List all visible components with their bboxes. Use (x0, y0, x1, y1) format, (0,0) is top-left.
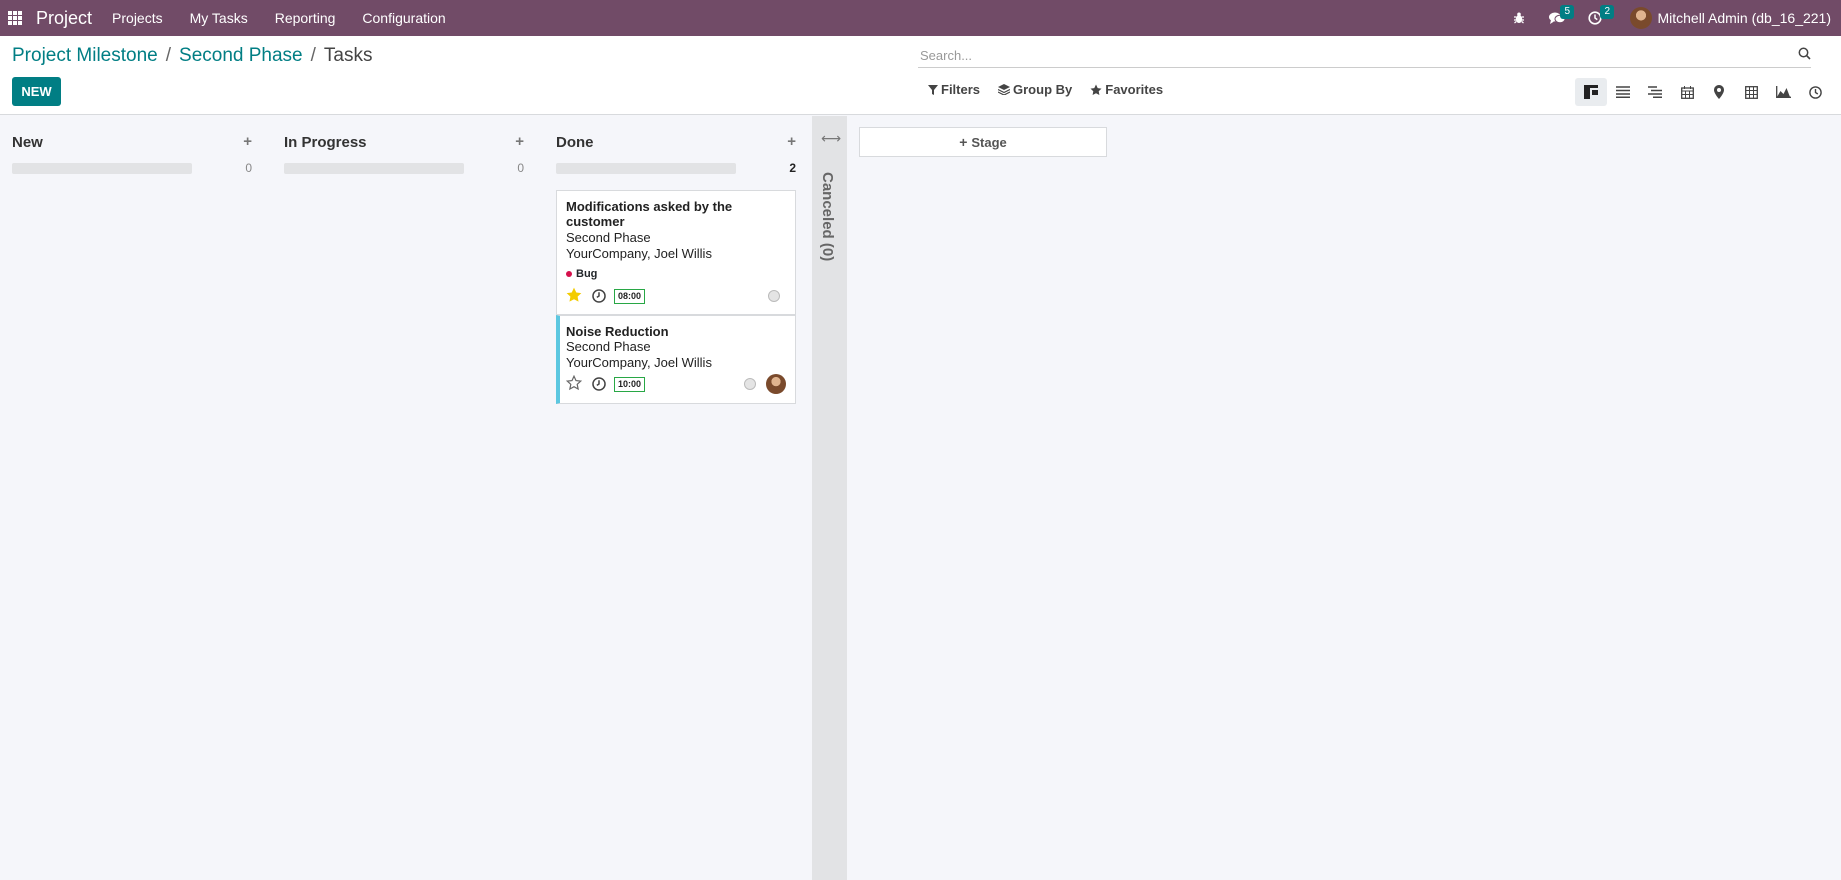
messages-icon[interactable]: 5 (1548, 5, 1575, 25)
breadcrumb-second-phase[interactable]: Second Phase (179, 45, 303, 67)
kanban-board: New + 0 In Progress + 0 Done + 2 Modific… (0, 116, 1841, 880)
star-filled-icon[interactable] (566, 287, 582, 306)
column-title[interactable]: Done (556, 134, 594, 151)
quick-add-icon[interactable]: + (515, 133, 524, 150)
messages-badge: 5 (1560, 5, 1575, 19)
user-avatar (1630, 7, 1653, 29)
card-title: Noise Reduction (566, 324, 669, 339)
card-footer: 10:00 (565, 374, 786, 394)
graph-view-icon[interactable] (1767, 78, 1799, 106)
pivot-view-icon[interactable] (1735, 78, 1767, 106)
card-project: Second Phase (566, 339, 651, 354)
tag-label: Bug (576, 268, 598, 280)
column-progress: 0 (284, 161, 524, 175)
quick-add-icon[interactable]: + (787, 133, 796, 150)
progress-bar[interactable] (12, 163, 192, 174)
menu-projects[interactable]: Projects (112, 10, 163, 26)
breadcrumb: Project Milestone / Second Phase / Tasks (12, 45, 372, 67)
folded-column-title: Canceled (0) (819, 172, 836, 262)
favorites-label: Favorites (1105, 82, 1164, 97)
group-by-label: Group By (1013, 82, 1073, 97)
breadcrumb-separator: / (310, 45, 316, 66)
card-tag: Bug (566, 268, 786, 280)
calendar-view-icon[interactable] (1671, 78, 1703, 106)
kanban-state-dot[interactable] (768, 290, 780, 302)
kanban-column-in-progress: In Progress + 0 (284, 116, 524, 175)
control-panel: Project Milestone / Second Phase / Tasks… (0, 36, 1841, 115)
favorites-button[interactable]: Favorites (1090, 82, 1163, 97)
search-input[interactable] (918, 48, 1798, 63)
breadcrumb-project-milestone[interactable]: Project Milestone (12, 45, 158, 67)
clock-icon[interactable] (592, 377, 606, 391)
planned-hours: 10:00 (614, 376, 646, 392)
view-switcher (1575, 78, 1831, 106)
search-icon[interactable] (1798, 47, 1811, 65)
gantt-view-icon[interactable] (1639, 78, 1671, 106)
column-header: Done + (556, 116, 796, 151)
column-header: In Progress + (284, 116, 524, 151)
breadcrumb-tasks: Tasks (323, 45, 373, 66)
column-progress: 2 (556, 161, 796, 175)
progress-bar[interactable] (284, 163, 464, 174)
card-footer: 08:00 (566, 286, 786, 306)
list-view-icon[interactable] (1607, 78, 1639, 106)
progress-bar[interactable] (556, 163, 736, 174)
apps-menu-icon[interactable] (8, 11, 22, 25)
menu-my-tasks[interactable]: My Tasks (190, 10, 248, 26)
kanban-state-dot[interactable] (744, 378, 756, 390)
folded-column-canceled[interactable]: ⟷ Canceled (0) (812, 116, 847, 880)
layers-icon (998, 84, 1011, 95)
column-title[interactable]: New (12, 134, 43, 151)
plus-icon: + (959, 134, 968, 150)
add-stage-label: Stage (971, 134, 1007, 150)
filter-icon (928, 84, 938, 95)
menu-configuration[interactable]: Configuration (362, 10, 445, 26)
kanban-card[interactable]: Noise Reduction Second Phase YourCompany… (556, 315, 796, 404)
quick-add-icon[interactable]: + (243, 133, 252, 150)
column-count: 0 (245, 161, 252, 175)
column-count: 0 (517, 161, 524, 175)
clock-icon[interactable] (592, 289, 606, 303)
bug-icon[interactable] (1512, 11, 1526, 25)
column-count: 2 (789, 161, 796, 175)
card-assignees: YourCompany, Joel Willis (566, 246, 712, 261)
tag-color-dot (566, 271, 572, 277)
kanban-column-new: New + 0 (12, 116, 252, 175)
add-stage-button[interactable]: + Stage (859, 127, 1107, 157)
top-navbar: Project Projects My Tasks Reporting Conf… (0, 0, 1841, 36)
map-view-icon[interactable] (1703, 78, 1735, 106)
search-options: Filters Group By Favorites (928, 82, 1181, 97)
breadcrumb-separator: / (165, 45, 172, 66)
kanban-card[interactable]: Modifications asked by the customer Seco… (556, 190, 796, 315)
filters-button[interactable]: Filters (928, 82, 980, 97)
new-button[interactable]: NEW (12, 77, 61, 106)
filters-label: Filters (941, 82, 981, 97)
star-outline-icon[interactable] (565, 374, 583, 394)
card-project: Second Phase (566, 230, 651, 245)
activities-badge: 2 (1600, 5, 1615, 19)
assignee-avatar[interactable] (766, 374, 786, 394)
user-menu[interactable]: Mitchell Admin (db_16_221) (1630, 7, 1831, 29)
column-title[interactable]: In Progress (284, 134, 367, 151)
star-icon (1090, 84, 1102, 95)
navbar-systray: 5 2 Mitchell Admin (db_16_221) (1490, 0, 1831, 36)
planned-hours: 08:00 (614, 288, 646, 304)
search-bar (918, 44, 1811, 68)
card-assignees: YourCompany, Joel Willis (566, 355, 712, 370)
activity-view-icon[interactable] (1799, 78, 1831, 106)
user-name: Mitchell Admin (db_16_221) (1657, 10, 1831, 26)
expand-arrows-icon[interactable]: ⟷ (821, 130, 841, 147)
app-brand[interactable]: Project (36, 8, 92, 29)
kanban-column-done: Done + 2 Modifications asked by the cust… (556, 116, 796, 404)
card-title: Modifications asked by the customer (566, 199, 733, 229)
menu-reporting[interactable]: Reporting (275, 10, 336, 26)
group-by-button[interactable]: Group By (998, 82, 1072, 97)
column-header: New + (12, 116, 252, 151)
column-progress: 0 (12, 161, 252, 175)
kanban-view-icon[interactable] (1575, 78, 1607, 106)
activities-icon[interactable]: 2 (1588, 5, 1615, 25)
